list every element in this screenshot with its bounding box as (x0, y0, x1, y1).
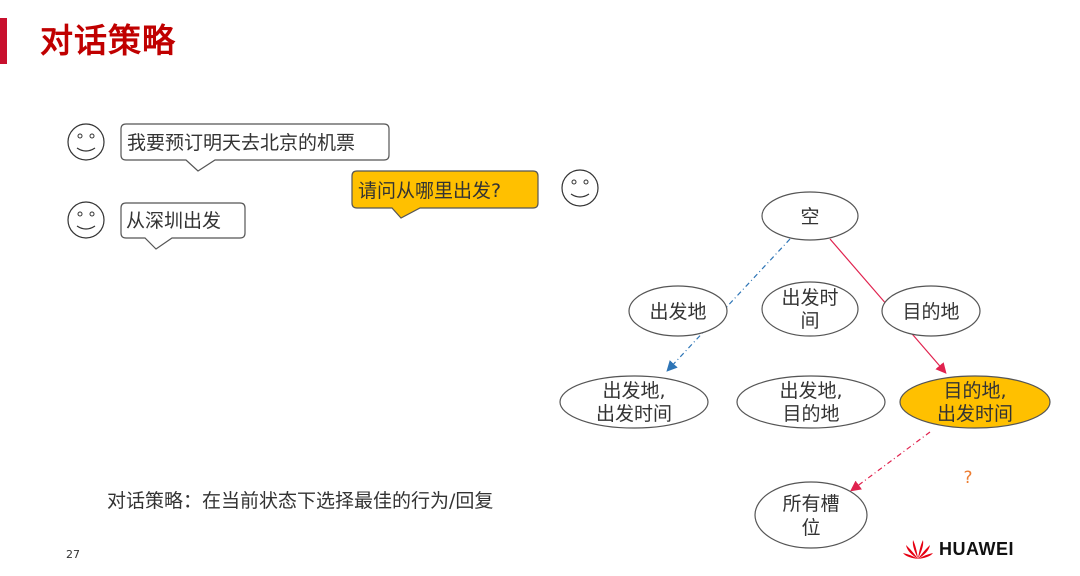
system-smiley-icon (561, 169, 599, 207)
tree-node-label: 所有槽 (782, 493, 839, 515)
page-number: 27 (66, 548, 80, 561)
arrow-to-all-slots (850, 431, 931, 492)
tree-node-label: 出发地, (602, 380, 665, 402)
user-bubble-2: 从深圳出发 (120, 202, 246, 250)
tree-node-l1-origin: 出发地 (628, 285, 728, 337)
system-message-1: 请问从哪里出发? (358, 180, 501, 202)
brand-name: HUAWEI (939, 538, 1014, 559)
tree-node-label: 出发时 (781, 287, 838, 309)
tree-node-l1-destination: 目的地 (881, 285, 981, 337)
tree-node-l2-destination-time: 目的地, 出发时间 (899, 375, 1051, 429)
tree-node-root-label: 空 (800, 206, 819, 228)
tree-node-l2-origin-destination: 出发地, 目的地 (736, 375, 886, 429)
tree-node-l2-origin-time: 出发地, 出发时间 (559, 375, 709, 429)
slide-caption: 对话策略：在当前状态下选择最佳的行为/回复 (107, 490, 494, 512)
system-bubble: 请问从哪里出发? (351, 170, 539, 219)
tree-node-label: 出发地 (649, 301, 706, 323)
tree-node-label: 目的地 (782, 403, 839, 425)
tree-node-label: 出发时间 (596, 403, 672, 425)
tree-node-label: 出发时间 (937, 403, 1013, 425)
tree-node-all-slots: 所有槽 位 (754, 481, 868, 549)
question-mark: ? (963, 468, 972, 488)
tree-node-label: 间 (800, 310, 819, 332)
huawei-flower-icon (903, 540, 933, 559)
tree-node-label: 出发地, (779, 380, 842, 402)
tree-node-label: 目的地 (902, 301, 959, 323)
huawei-logo: HUAWEI (903, 538, 1014, 560)
user-smiley-icon-1 (67, 123, 105, 161)
tree-node-label: 位 (801, 517, 820, 539)
tree-node-label: 目的地, (943, 380, 1006, 402)
user-message-2: 从深圳出发 (126, 210, 221, 232)
user-smiley-icon-2 (67, 201, 105, 239)
tree-node-root: 空 (761, 191, 859, 241)
user-bubble-1: 我要预订明天去北京的机票 (120, 123, 390, 172)
tree-node-l1-time: 出发时 间 (761, 281, 859, 337)
user-message-1: 我要预订明天去北京的机票 (127, 132, 355, 154)
